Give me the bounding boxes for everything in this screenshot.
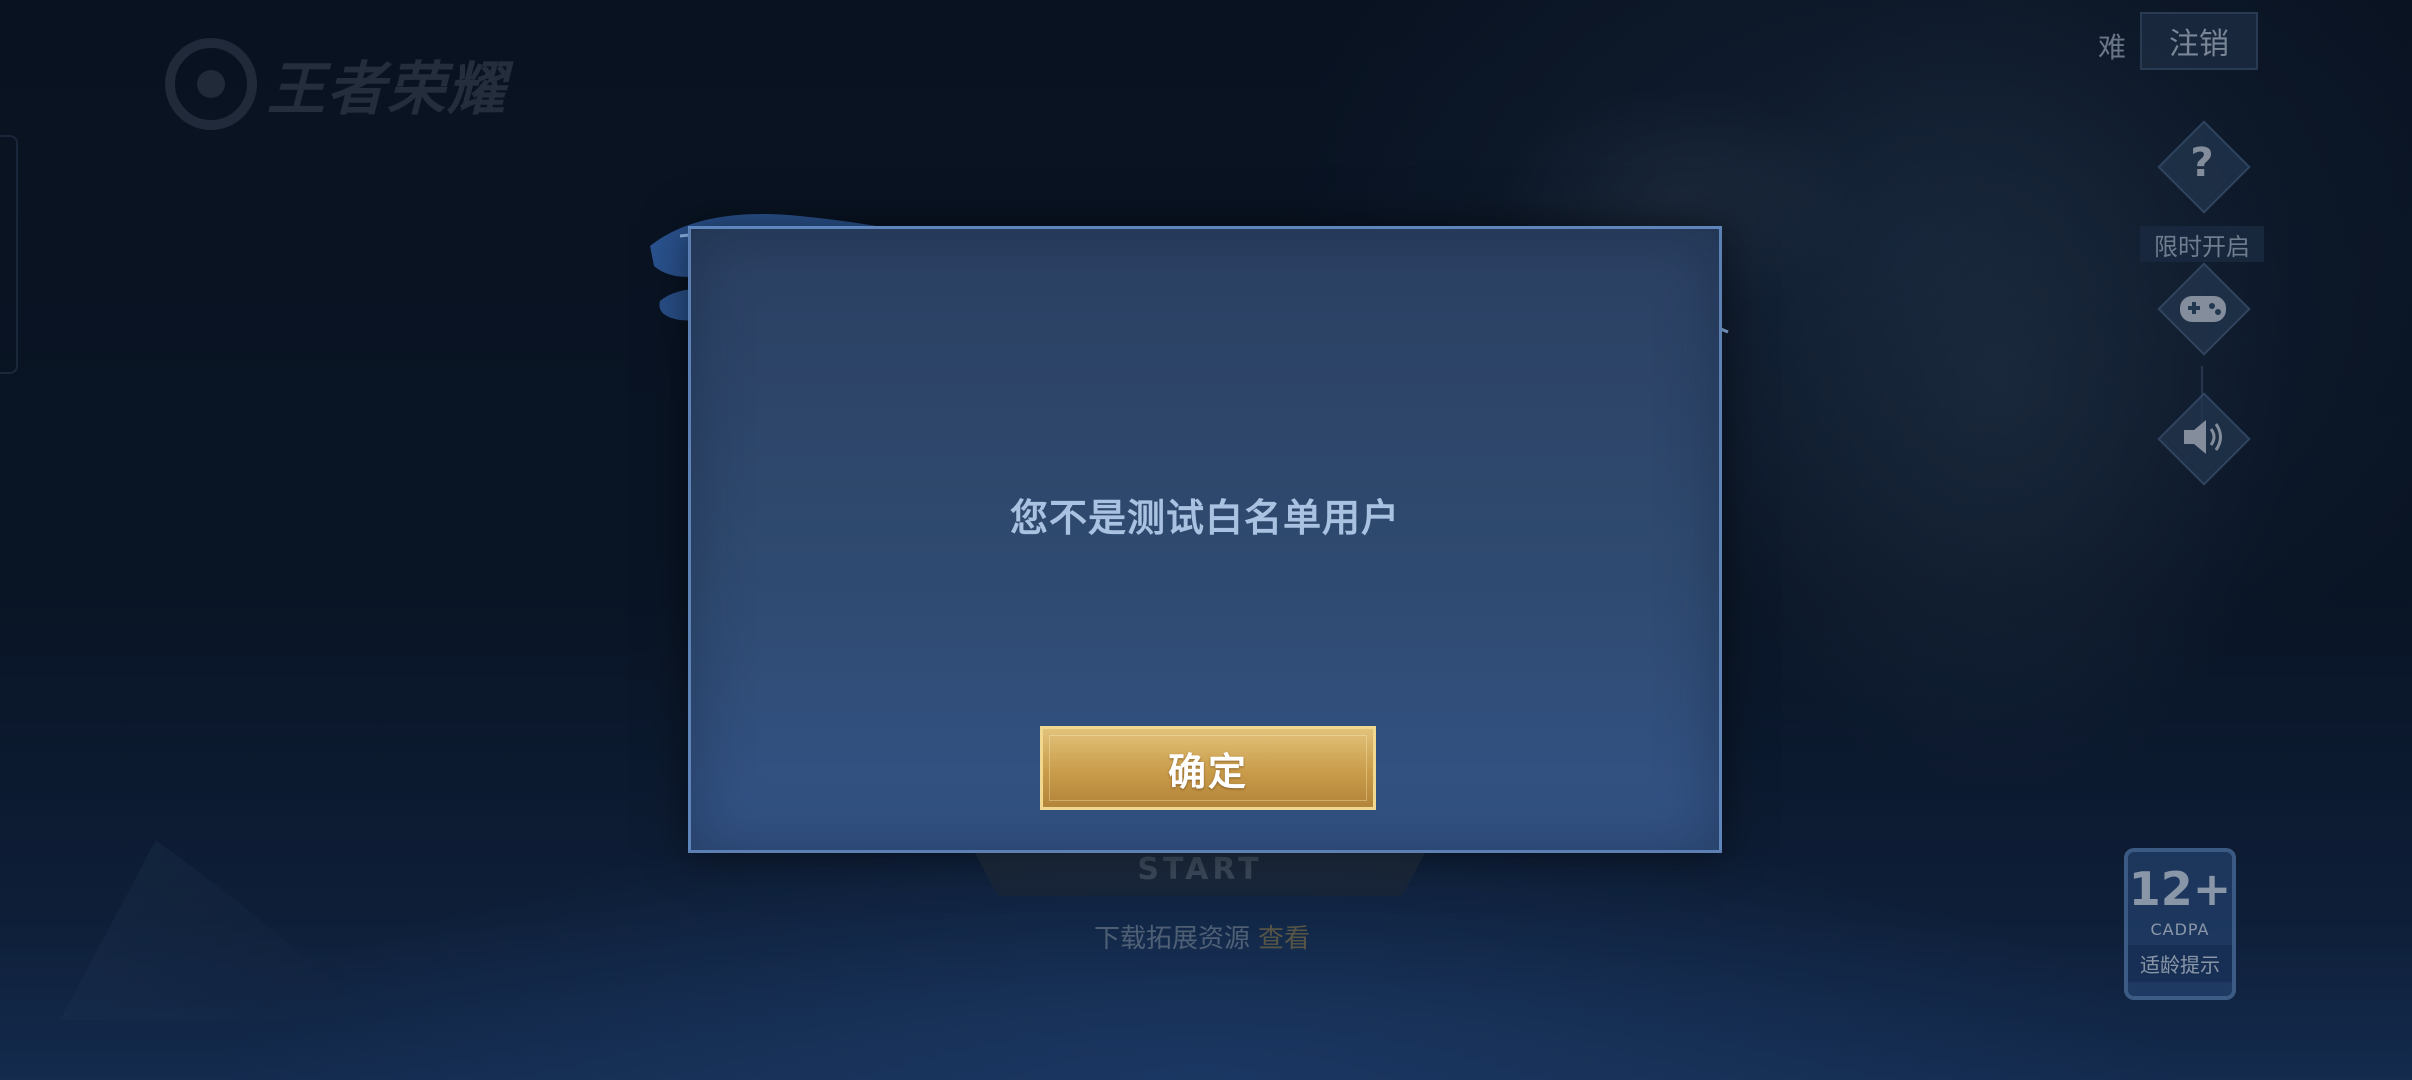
confirm-button[interactable]: 确定 <box>1040 726 1376 810</box>
game-login-screen: 王者荣耀 难 注销 ? 限时开启 12+ CADPA 适龄提示 START 下载… <box>0 0 2412 1080</box>
dialog-message: 您不是测试白名单用户 <box>1009 496 1400 540</box>
alert-dialog: 您不是测试白名单用户 确定 <box>688 226 1722 853</box>
